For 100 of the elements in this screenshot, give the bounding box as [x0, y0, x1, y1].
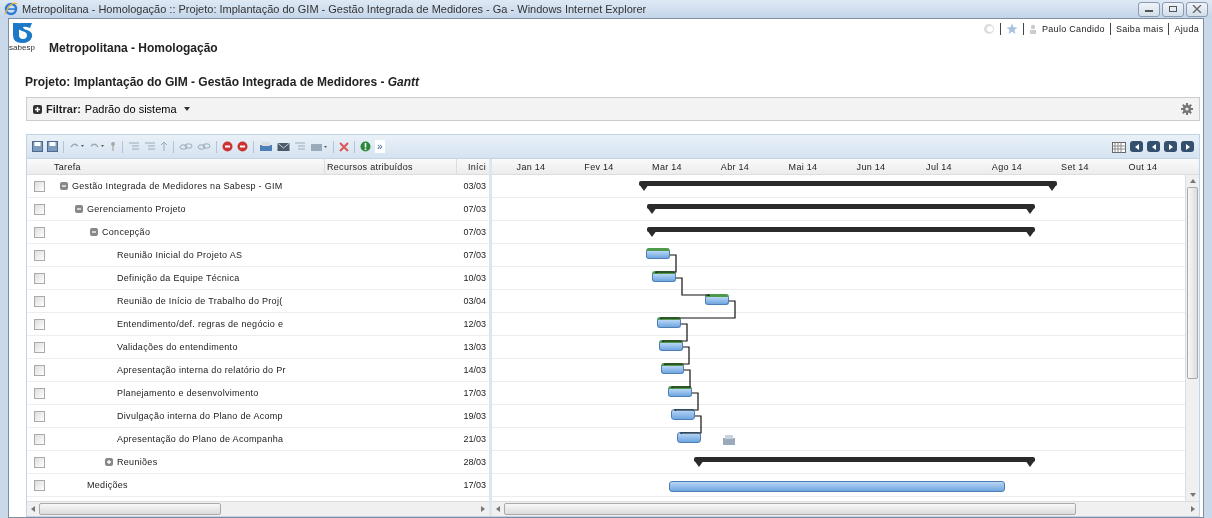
task-name[interactable]: Reunião de Início de Trabalho do Proj( — [117, 296, 283, 306]
toggle-icon[interactable] — [90, 228, 98, 236]
month-header: Fev 14 — [583, 161, 615, 172]
task-bar[interactable] — [661, 363, 684, 374]
save-all-icon[interactable] — [47, 141, 58, 152]
task-name[interactable]: Divulgação interna do Plano de Acomp — [117, 411, 283, 421]
row-checkbox[interactable] — [34, 295, 45, 307]
star-icon[interactable] — [1006, 23, 1018, 35]
close-button[interactable] — [1186, 1, 1208, 17]
summary-bar[interactable] — [647, 204, 1035, 215]
save-icon[interactable] — [32, 141, 43, 152]
row-checkbox[interactable] — [34, 249, 45, 261]
minimize-button[interactable] — [1138, 1, 1160, 17]
toggle-icon[interactable] — [105, 458, 113, 466]
filter-dropdown[interactable]: Padrão do sistema — [84, 103, 195, 115]
task-name[interactable]: Medições — [87, 480, 128, 490]
task-bar[interactable] — [657, 317, 681, 328]
task-name[interactable]: Gerenciamento Projeto — [87, 204, 186, 214]
filter-label: Filtrar: — [46, 103, 81, 115]
scroll-right-icon[interactable] — [480, 506, 486, 512]
stop-icon[interactable] — [237, 141, 248, 152]
task-name[interactable]: Validações do entendimento — [117, 342, 238, 352]
row-checkbox[interactable] — [34, 364, 45, 376]
user-link[interactable]: Paulo Candido — [1042, 24, 1105, 34]
task-bar[interactable] — [705, 294, 729, 305]
summary-bar[interactable] — [647, 227, 1035, 238]
window-title: Metropolitana - Homologação :: Projeto: Implantação do GIM - Gestão Integrada de Medidores - Ga - Windows Internet Explorer — [22, 3, 647, 15]
month-header: Mai 14 — [787, 161, 819, 172]
arrow-up-icon[interactable] — [160, 141, 168, 152]
column-header[interactable]: Tarefa — [52, 159, 324, 174]
toggle-icon[interactable] — [75, 205, 83, 213]
task-bar[interactable] — [668, 386, 692, 397]
row-checkbox[interactable] — [34, 272, 45, 284]
summary-bar[interactable] — [639, 181, 1057, 192]
unlink-icon[interactable] — [197, 141, 211, 152]
column-header[interactable]: Recursos atribuídos — [324, 159, 456, 174]
maximize-icon — [1168, 5, 1178, 13]
row-checkbox[interactable] — [34, 203, 45, 215]
task-name[interactable]: Entendimento/def. regras de negócio e — [117, 319, 284, 329]
summary-bar[interactable] — [694, 457, 1035, 468]
row-checkbox[interactable] — [34, 226, 45, 238]
task-name[interactable]: Reunião Inicial do Projeto AS — [117, 250, 243, 260]
prev-button[interactable] — [1147, 141, 1160, 152]
calendar-icon[interactable] — [1112, 140, 1126, 153]
task-bar[interactable] — [669, 481, 1005, 492]
row-checkbox[interactable] — [34, 479, 45, 491]
row-checkbox[interactable] — [34, 433, 45, 445]
start-date: 03/04 — [462, 295, 487, 308]
row-checkbox[interactable] — [34, 318, 45, 330]
task-name[interactable]: Definição da Equipe Técnica — [117, 273, 240, 283]
task-bar[interactable] — [671, 409, 695, 420]
mail-icon[interactable] — [277, 141, 290, 152]
task-bar[interactable] — [677, 432, 701, 443]
close-icon — [1192, 5, 1202, 13]
user-icon — [1029, 24, 1037, 34]
scroll-up-icon[interactable] — [1189, 178, 1196, 184]
delete-icon[interactable] — [339, 141, 349, 152]
next-button[interactable] — [1164, 141, 1177, 152]
scrollbar-thumb[interactable] — [1187, 187, 1198, 379]
task-bar[interactable] — [652, 271, 676, 282]
start-date: 03/03 — [462, 180, 487, 193]
task-name[interactable]: Gestão Integrada de Medidores na Sabesp - GIM — [72, 181, 283, 191]
more-button[interactable]: » — [375, 140, 385, 153]
scroll-down-icon[interactable] — [1189, 492, 1196, 498]
scroll-left-icon[interactable] — [30, 506, 36, 512]
task-bar[interactable] — [659, 340, 683, 351]
scroll-right-icon[interactable] — [1190, 506, 1196, 512]
scrollbar-thumb[interactable] — [504, 503, 1076, 515]
task-name[interactable]: Apresentação interna do relatório do Pr — [117, 365, 286, 375]
info-icon[interactable] — [360, 141, 371, 152]
task-name[interactable]: Planejamento e desenvolvimento — [117, 388, 259, 398]
first-button[interactable] — [1130, 141, 1143, 152]
scroll-left-icon[interactable] — [495, 506, 501, 512]
task-name[interactable]: Apresentação do Plano de Acompanha — [117, 434, 284, 444]
task-bar[interactable] — [646, 248, 670, 259]
column-header[interactable]: Iníci — [456, 159, 489, 174]
settings-icon[interactable] — [1181, 103, 1193, 115]
row-checkbox[interactable] — [34, 410, 45, 422]
row-checkbox[interactable] — [34, 387, 45, 399]
scrollbar-thumb[interactable] — [39, 503, 221, 515]
stop-icon[interactable] — [222, 141, 233, 152]
link-icon[interactable] — [179, 141, 193, 152]
task-name[interactable]: Reuniões — [117, 457, 158, 467]
pin-icon[interactable] — [109, 141, 117, 152]
row-checkbox[interactable] — [34, 341, 45, 353]
task-name[interactable]: Concepção — [102, 227, 151, 237]
toggle-icon[interactable] — [60, 182, 68, 190]
expand-icon[interactable] — [33, 104, 42, 114]
logo-text: sabesp — [9, 43, 35, 52]
header-link[interactable]: Ajuda — [1174, 24, 1199, 34]
row-checkbox[interactable] — [34, 456, 45, 468]
header-link[interactable]: Saiba mais — [1115, 24, 1164, 34]
month-header: Ago 14 — [990, 161, 1024, 172]
caret-icon — [182, 106, 191, 112]
month-header: Jul 14 — [925, 161, 953, 172]
last-button[interactable] — [1181, 141, 1194, 152]
month-header: Mar 14 — [651, 161, 683, 172]
maximize-button[interactable] — [1162, 1, 1184, 17]
row-checkbox[interactable] — [34, 180, 45, 192]
print-icon[interactable] — [259, 141, 273, 152]
